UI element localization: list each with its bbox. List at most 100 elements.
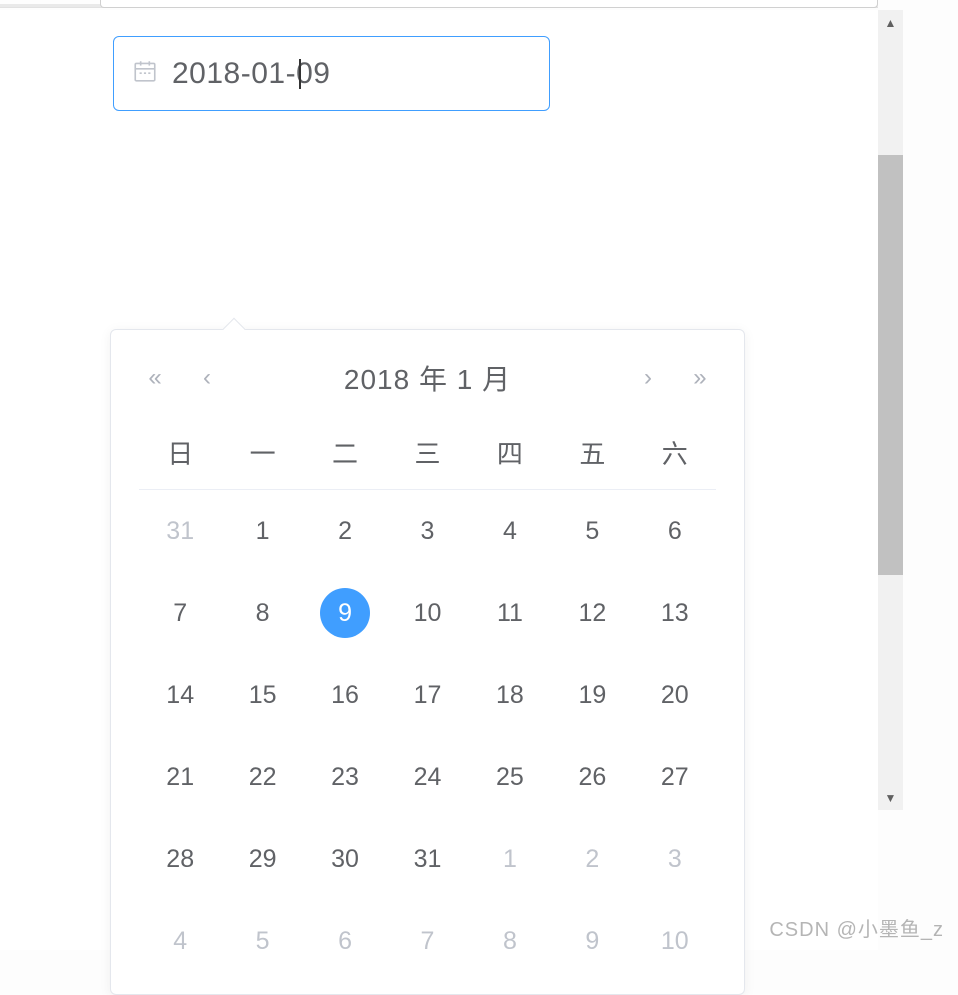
day-number: 1 — [485, 834, 535, 884]
day-cell[interactable]: 16 — [304, 654, 386, 736]
page-content: 2018-01-09 « ‹ 2018 年 1 月 › » 日一二三四五六 31… — [0, 10, 878, 950]
day-number: 10 — [650, 916, 700, 966]
watermark: CSDN @小墨鱼_z — [769, 913, 944, 942]
day-number: 23 — [320, 752, 370, 802]
day-number: 26 — [567, 752, 617, 802]
day-cell[interactable]: 19 — [551, 654, 633, 736]
day-cell[interactable]: 27 — [634, 736, 716, 818]
calendar-title[interactable]: 2018 年 1 月 — [344, 358, 511, 398]
day-cell[interactable]: 22 — [221, 736, 303, 818]
day-cell[interactable]: 25 — [469, 736, 551, 818]
day-cell[interactable]: 17 — [386, 654, 468, 736]
day-number: 20 — [650, 670, 700, 720]
day-number: 12 — [567, 588, 617, 638]
day-number: 3 — [650, 834, 700, 884]
day-cell-other-month[interactable]: 6 — [304, 900, 386, 982]
day-number: 27 — [650, 752, 700, 802]
day-cell[interactable]: 8 — [221, 572, 303, 654]
day-cell[interactable]: 18 — [469, 654, 551, 736]
day-number: 16 — [320, 670, 370, 720]
day-cell[interactable]: 31 — [386, 818, 468, 900]
day-cell[interactable]: 6 — [634, 490, 716, 572]
next-month-button[interactable]: › — [632, 364, 664, 392]
day-cell-other-month[interactable]: 31 — [139, 490, 221, 572]
day-number: 9 — [320, 588, 370, 638]
calendar-icon — [132, 58, 158, 89]
day-number: 8 — [238, 588, 288, 638]
day-number: 15 — [238, 670, 288, 720]
day-number: 2 — [567, 834, 617, 884]
day-number: 24 — [402, 752, 452, 802]
day-cell-other-month[interactable]: 10 — [634, 900, 716, 982]
day-cell[interactable]: 23 — [304, 736, 386, 818]
scrollbar-thumb[interactable] — [878, 155, 903, 575]
day-cell[interactable]: 7 — [139, 572, 221, 654]
day-cell[interactable]: 1 — [221, 490, 303, 572]
day-cell[interactable]: 2 — [304, 490, 386, 572]
day-number: 6 — [650, 506, 700, 556]
address-bar-fragment — [100, 0, 878, 8]
prev-year-button[interactable]: « — [139, 364, 171, 392]
day-cell[interactable]: 28 — [139, 818, 221, 900]
day-cell[interactable]: 26 — [551, 736, 633, 818]
day-number: 31 — [155, 506, 205, 556]
day-number: 10 — [402, 588, 452, 638]
day-cell-other-month[interactable]: 9 — [551, 900, 633, 982]
day-number: 22 — [238, 752, 288, 802]
day-number: 13 — [650, 588, 700, 638]
weekday-cell: 一 — [221, 434, 303, 471]
text-cursor — [299, 59, 301, 89]
day-number: 30 — [320, 834, 370, 884]
scroll-down-button[interactable]: ▼ — [878, 785, 903, 810]
day-cell-other-month[interactable]: 5 — [221, 900, 303, 982]
weekday-cell: 三 — [386, 434, 468, 471]
date-input[interactable]: 2018-01-09 — [113, 36, 550, 111]
day-number: 17 — [402, 670, 452, 720]
day-number: 3 — [402, 506, 452, 556]
day-cell[interactable]: 29 — [221, 818, 303, 900]
day-number: 29 — [238, 834, 288, 884]
day-cell-other-month[interactable]: 4 — [139, 900, 221, 982]
day-cell[interactable]: 4 — [469, 490, 551, 572]
days-grid: 3112345678910111213141516171819202122232… — [139, 490, 716, 982]
day-cell[interactable]: 11 — [469, 572, 551, 654]
day-cell-other-month[interactable]: 8 — [469, 900, 551, 982]
weekday-cell: 六 — [634, 434, 716, 471]
day-cell[interactable]: 12 — [551, 572, 633, 654]
day-cell[interactable]: 5 — [551, 490, 633, 572]
weekday-row: 日一二三四五六 — [139, 416, 716, 490]
day-cell-selected[interactable]: 9 — [304, 572, 386, 654]
day-cell-other-month[interactable]: 3 — [634, 818, 716, 900]
day-cell[interactable]: 21 — [139, 736, 221, 818]
day-cell[interactable]: 15 — [221, 654, 303, 736]
day-number: 8 — [485, 916, 535, 966]
day-cell[interactable]: 30 — [304, 818, 386, 900]
day-cell[interactable]: 3 — [386, 490, 468, 572]
day-cell-other-month[interactable]: 2 — [551, 818, 633, 900]
day-number: 6 — [320, 916, 370, 966]
date-input-value: 2018-01-09 — [172, 57, 330, 91]
weekday-cell: 二 — [304, 434, 386, 471]
day-number: 14 — [155, 670, 205, 720]
scroll-up-button[interactable]: ▲ — [878, 10, 903, 35]
day-number: 2 — [320, 506, 370, 556]
calendar-grid: 日一二三四五六 31123456789101112131415161718192… — [111, 416, 744, 994]
day-cell[interactable]: 24 — [386, 736, 468, 818]
day-number: 7 — [155, 588, 205, 638]
day-number: 1 — [238, 506, 288, 556]
day-number: 19 — [567, 670, 617, 720]
day-cell[interactable]: 13 — [634, 572, 716, 654]
prev-month-button[interactable]: ‹ — [191, 364, 223, 392]
day-cell[interactable]: 10 — [386, 572, 468, 654]
weekday-cell: 日 — [139, 434, 221, 471]
day-number: 5 — [567, 506, 617, 556]
day-cell[interactable]: 20 — [634, 654, 716, 736]
day-number: 11 — [485, 588, 535, 638]
day-cell-other-month[interactable]: 7 — [386, 900, 468, 982]
day-number: 5 — [238, 916, 288, 966]
day-cell[interactable]: 14 — [139, 654, 221, 736]
day-number: 21 — [155, 752, 205, 802]
day-number: 4 — [155, 916, 205, 966]
next-year-button[interactable]: » — [684, 364, 716, 392]
day-cell-other-month[interactable]: 1 — [469, 818, 551, 900]
